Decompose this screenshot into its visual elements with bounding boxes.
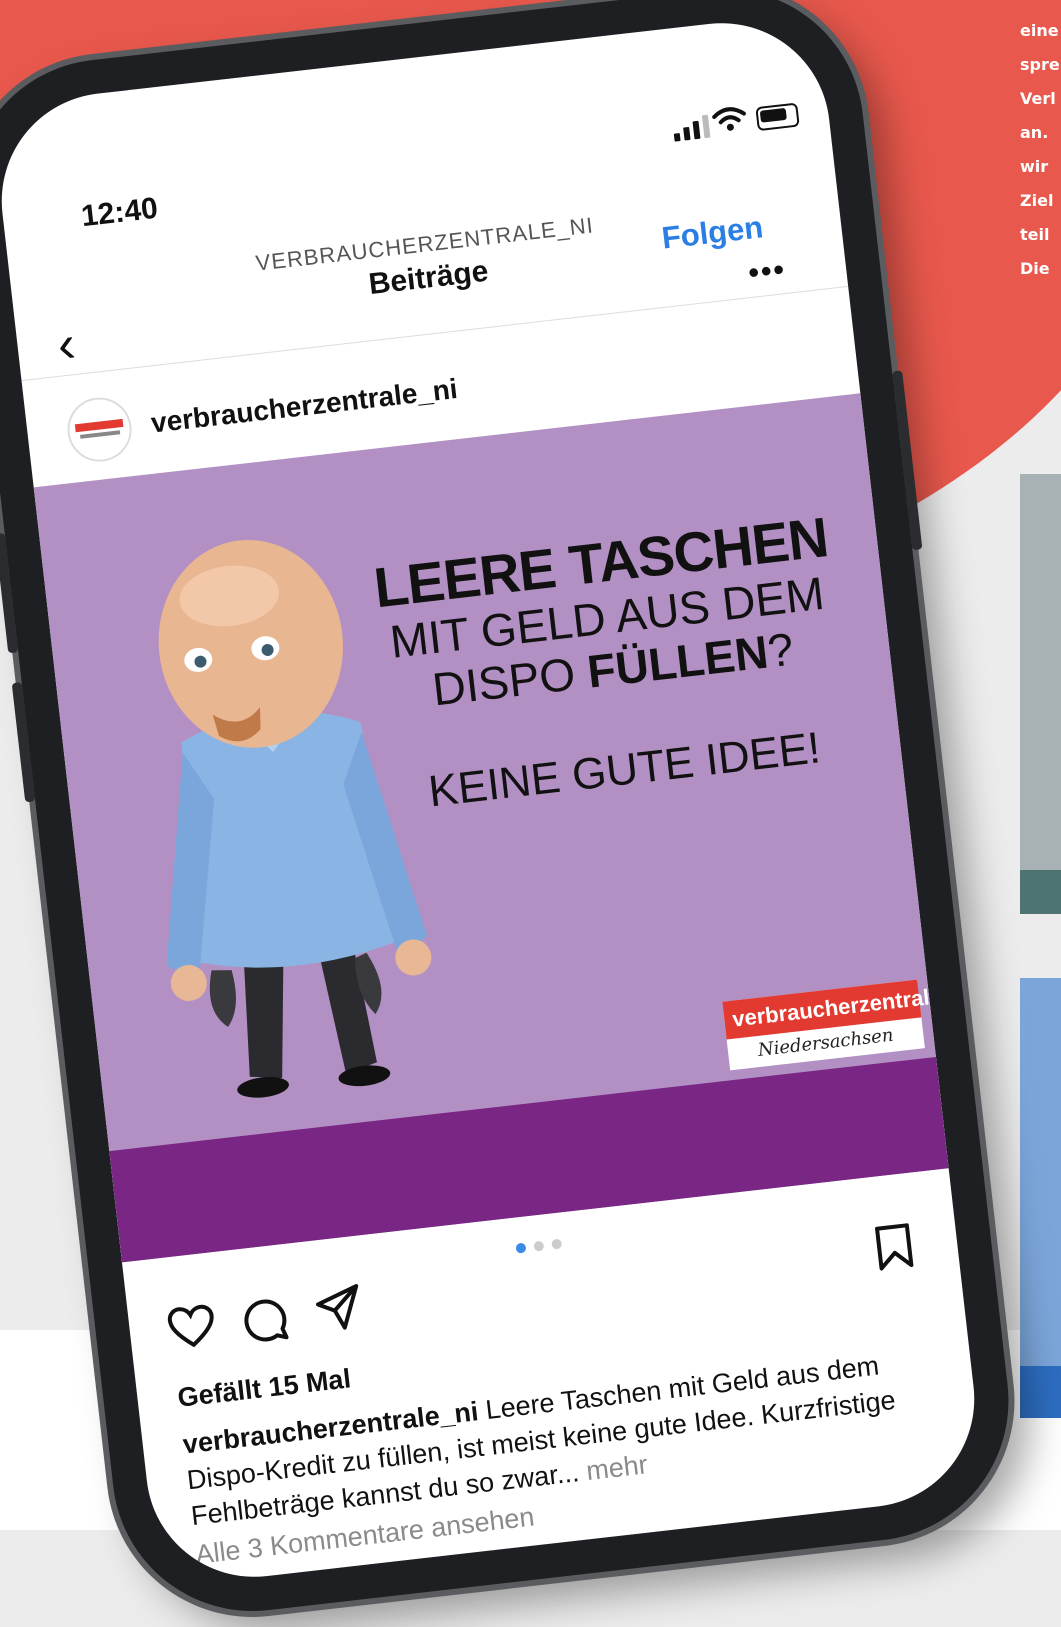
brand-logo: verbraucherzentrale Niedersachsen	[722, 979, 943, 1071]
comment-icon[interactable]	[239, 1294, 290, 1345]
side-text-line: wir	[1020, 157, 1049, 176]
status-time: 12:40	[79, 191, 160, 234]
avatar[interactable]	[64, 394, 135, 466]
caption-more-link[interactable]: mehr	[577, 1449, 650, 1487]
side-text-line: Verl	[1020, 89, 1056, 108]
side-text-line: eine	[1020, 21, 1059, 40]
post-headline: LEERE TASCHEN MIT GELD AUS DEM DISPO FÜL…	[364, 505, 861, 823]
side-text-line: Die	[1020, 259, 1050, 278]
side-card-top	[1020, 474, 1061, 914]
signal-icon	[672, 114, 711, 142]
wifi-icon	[712, 107, 746, 131]
headline-line-4: KEINE GUTE IDEE!	[426, 723, 823, 817]
more-options-icon[interactable]: •••	[747, 253, 788, 291]
post-username[interactable]: verbraucherzentrale_ni	[149, 373, 459, 440]
side-text-line: an.	[1020, 123, 1049, 142]
carousel-dot	[551, 1238, 563, 1250]
side-card-bottom	[1020, 978, 1061, 1418]
side-text-line: teil	[1020, 225, 1050, 244]
heart-icon[interactable]	[165, 1302, 218, 1351]
post-image[interactable]: LEERE TASCHEN MIT GELD AUS DEM DISPO FÜL…	[33, 393, 949, 1263]
share-icon[interactable]	[312, 1282, 365, 1335]
side-text-line: spre	[1020, 55, 1060, 74]
phone-device: 12:40 ‹ VERBRAUCHERZENTRALE_NI Beiträge …	[0, 0, 1024, 1626]
side-text-line: Ziel	[1020, 191, 1054, 210]
side-card-top-bar	[1020, 870, 1061, 914]
phone-screen: 12:40 ‹ VERBRAUCHERZENTRALE_NI Beiträge …	[0, 11, 986, 1589]
likes-count[interactable]: Gefällt 15 Mal	[176, 1363, 352, 1414]
carousel-dot	[515, 1242, 527, 1254]
side-article-text: eine spre Verl an. wir Ziel teil Die	[1020, 14, 1061, 286]
side-card-bottom-bar	[1020, 1366, 1061, 1418]
carousel-dot	[533, 1240, 545, 1252]
bookmark-icon[interactable]	[873, 1221, 916, 1273]
battery-icon	[755, 102, 800, 132]
